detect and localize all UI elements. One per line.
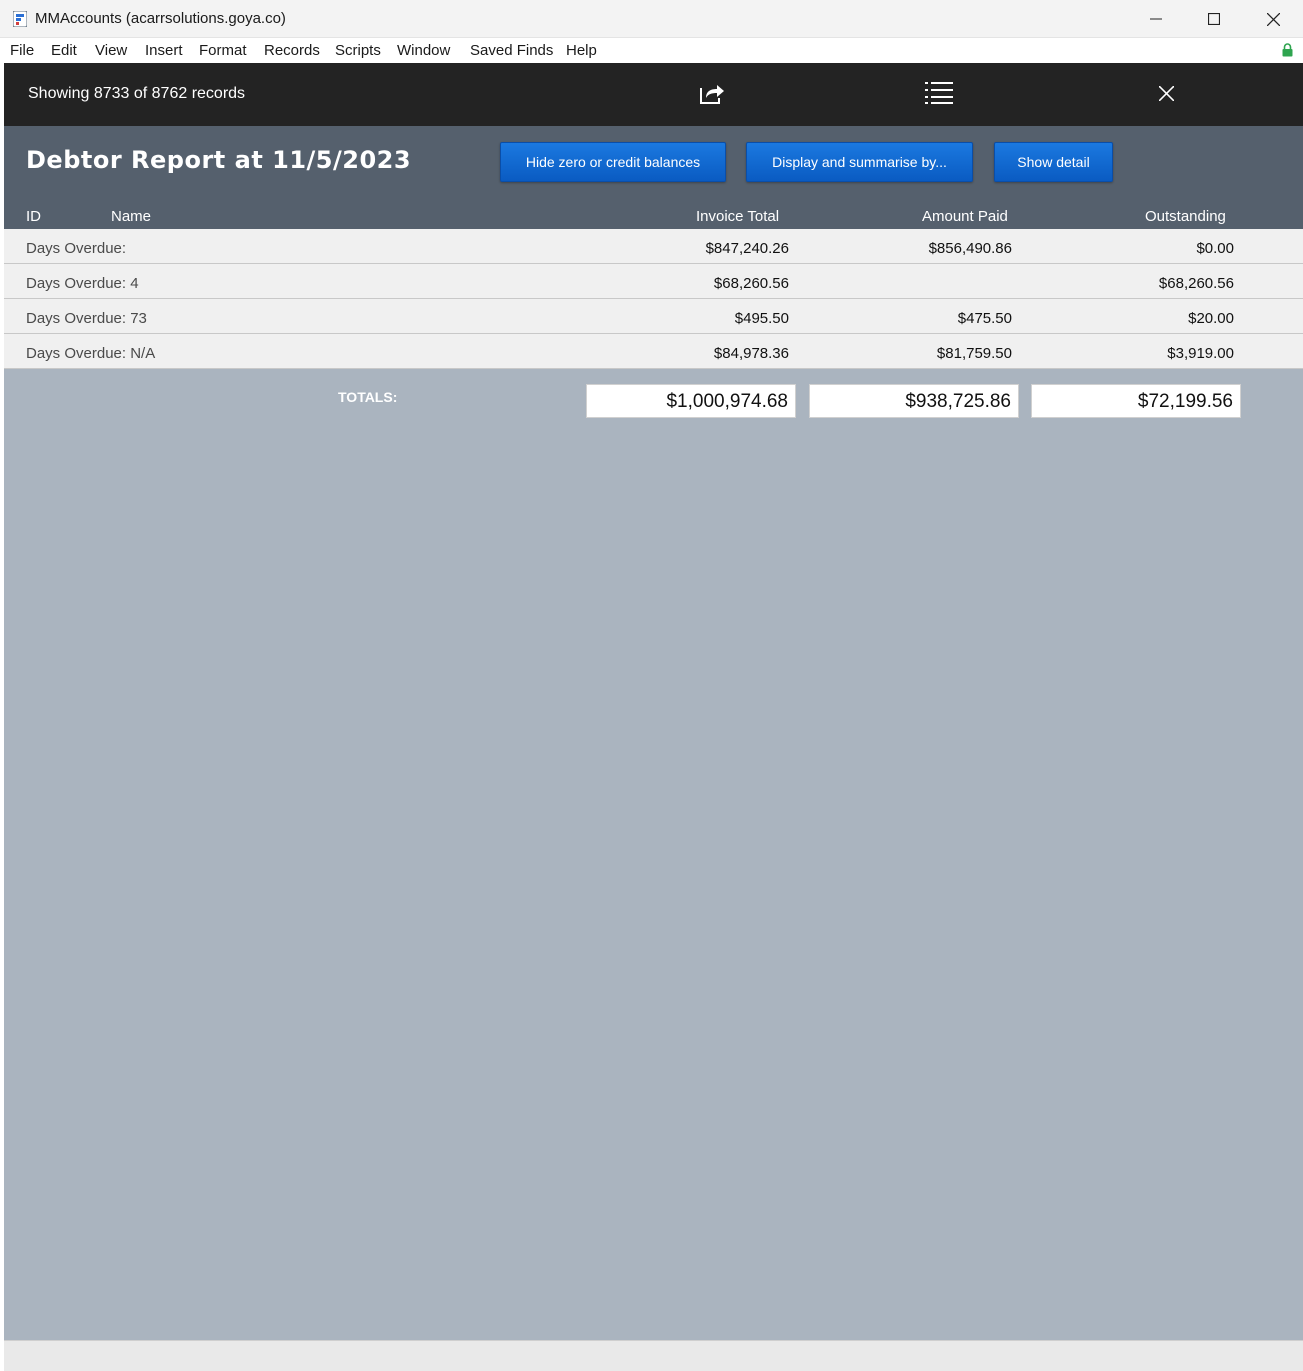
report-title: Debtor Report at 11/5/2023 [26,146,412,174]
menu-saved-finds[interactable]: Saved Finds [470,42,553,59]
app-icon [13,11,27,27]
export-icon[interactable] [698,80,726,106]
outstanding-cell: $0.00 [1196,240,1234,257]
menu-window[interactable]: Window [397,42,450,59]
display-summarise-button[interactable]: Display and summarise by... [746,142,973,182]
maximize-button[interactable] [1185,0,1243,38]
close-report-icon[interactable] [1159,86,1174,101]
total-invoice-field[interactable]: $1,000,974.68 [586,384,796,418]
status-toolbar: Showing 8733 of 8762 records [4,63,1303,126]
invoice-total-cell: $495.50 [734,310,789,327]
totals-label: TOTALS: [338,389,398,405]
status-bar [4,1340,1303,1371]
table-row[interactable]: Days Overdue: $847,240.26 $856,490.86 $0… [4,229,1303,264]
app-content: Showing 8733 of 8762 records Debtor Repo… [4,63,1303,1371]
hide-zero-balances-button[interactable]: Hide zero or credit balances [500,142,726,182]
invoice-total-cell: $847,240.26 [705,240,789,257]
row-label: Days Overdue: 4 [26,275,139,292]
window-title: MMAccounts (acarrsolutions.goya.co) [35,10,286,27]
row-label: Days Overdue: [26,240,127,257]
total-amount-paid-field[interactable]: $938,725.86 [809,384,1019,418]
outstanding-cell: $3,919.00 [1167,345,1234,362]
record-count: Showing 8733 of 8762 records [28,85,246,102]
maximize-icon [1208,13,1220,25]
column-header-invoice-total: Invoice Total [696,208,780,225]
menu-records[interactable]: Records [264,42,320,59]
table-row[interactable]: Days Overdue: 73 $495.50 $475.50 $20.00 [4,299,1303,334]
invoice-total-cell: $84,978.36 [713,345,789,362]
menu-help[interactable]: Help [566,42,597,59]
amount-paid-cell: $856,490.86 [928,240,1012,257]
column-header-name: Name [111,208,152,225]
total-outstanding-field[interactable]: $72,199.56 [1031,384,1241,418]
row-label: Days Overdue: 73 [26,310,147,327]
title-bar: MMAccounts (acarrsolutions.goya.co) [0,0,1303,38]
list-view-icon[interactable] [925,81,953,105]
column-header-id: ID [26,208,41,225]
outstanding-cell: $20.00 [1188,310,1234,327]
close-icon [1266,12,1280,26]
show-detail-button[interactable]: Show detail [994,142,1113,182]
menu-file[interactable]: File [10,42,34,59]
amount-paid-cell: $81,759.50 [936,345,1012,362]
table-row[interactable]: Days Overdue: 4 $68,260.56 $68,260.56 [4,264,1303,299]
report-header: Debtor Report at 11/5/2023 Hide zero or … [4,126,1303,229]
menu-scripts[interactable]: Scripts [335,42,381,59]
menu-format[interactable]: Format [199,42,247,59]
menu-view[interactable]: View [95,42,127,59]
minimize-button[interactable] [1127,0,1185,38]
row-label: Days Overdue: N/A [26,345,156,362]
lock-icon [1282,43,1293,57]
outstanding-cell: $68,260.56 [1158,275,1234,292]
minimize-icon [1150,18,1162,20]
menu-insert[interactable]: Insert [145,42,183,59]
invoice-total-cell: $68,260.56 [713,275,789,292]
menu-edit[interactable]: Edit [51,42,77,59]
report-rows: Days Overdue: $847,240.26 $856,490.86 $0… [4,229,1303,369]
column-header-amount-paid: Amount Paid [922,208,1008,225]
menu-bar: File Edit View Insert Format Records Scr… [0,38,1303,63]
column-header-outstanding: Outstanding [1145,208,1226,225]
amount-paid-cell: $475.50 [957,310,1012,327]
close-window-button[interactable] [1244,0,1302,38]
table-row[interactable]: Days Overdue: N/A $84,978.36 $81,759.50 … [4,334,1303,369]
